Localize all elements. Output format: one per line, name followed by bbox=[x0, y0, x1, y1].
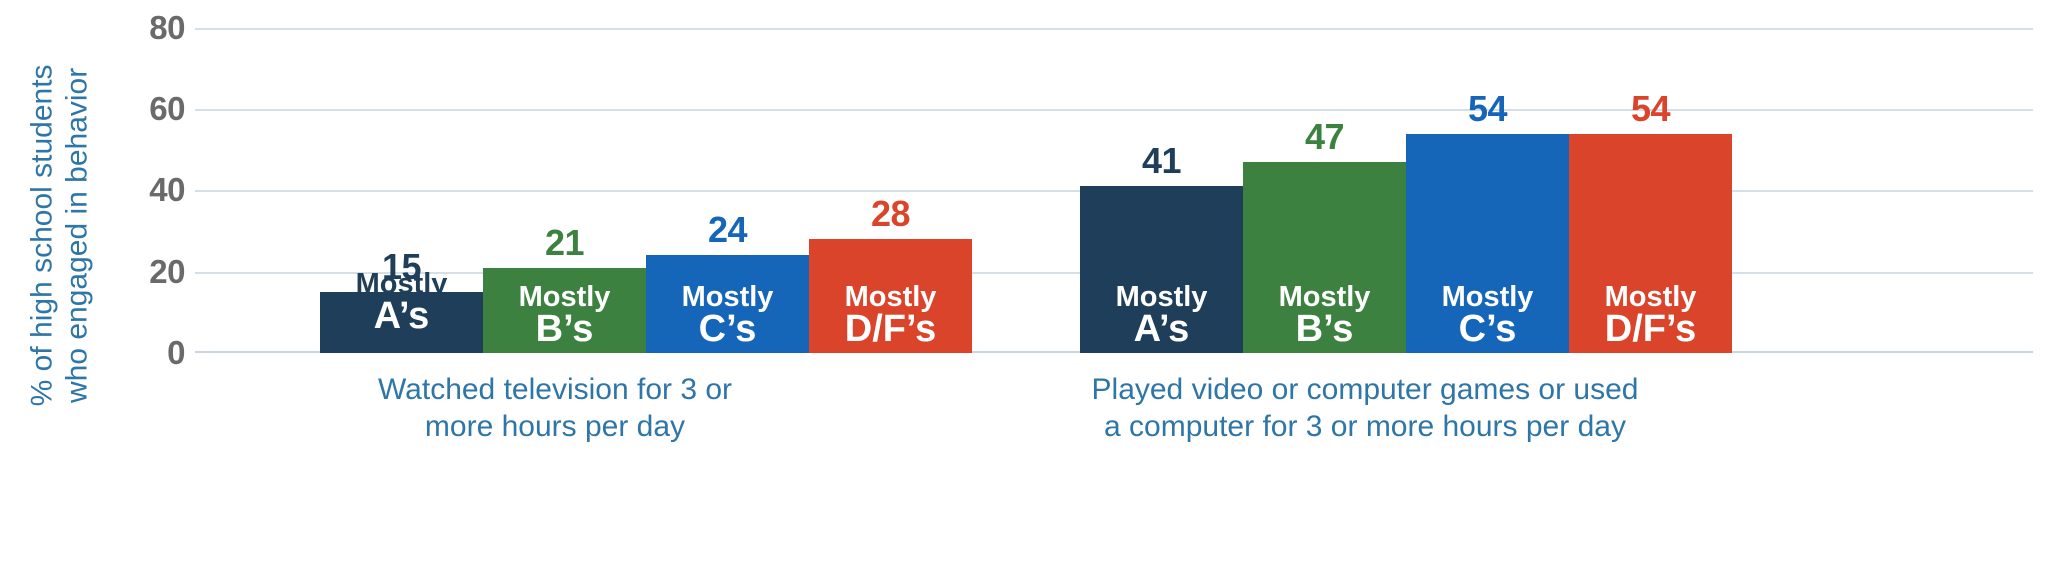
bar-series-label: Mostly A’s bbox=[1080, 280, 1243, 351]
y-tick-60: 60 bbox=[149, 90, 185, 127]
bar-group-played-video-games: 41 Mostly A’s 47 Mostly B’s 54 Mostly C’… bbox=[1080, 28, 1732, 353]
bar-series-label-line1: Mostly bbox=[1278, 280, 1371, 313]
x-axis-label-watched-television: Watched television for 3 or more hours p… bbox=[255, 372, 855, 445]
bar-wrap: 21 Mostly B’s bbox=[483, 28, 646, 353]
bar-value-label: 24 bbox=[707, 209, 748, 250]
bar-series-label: Mostly D/F’s bbox=[1569, 280, 1732, 351]
x-axis-label-line2: a computer for 3 or more hours per day bbox=[1104, 409, 1626, 443]
bar-group-watched-television: 15 Mostly A’s 21 Mostly B’s 24 Mostly C’… bbox=[320, 28, 972, 353]
bar-mostly-dfs[interactable]: 54 Mostly D/F’s bbox=[1569, 88, 1732, 353]
bar-series-label-line1: Mostly bbox=[1441, 280, 1534, 313]
bar-series-label-line2: C’s bbox=[1458, 308, 1517, 351]
bar-mostly-bs[interactable]: 47 Mostly B’s bbox=[1243, 116, 1406, 353]
bar-chart: % of high school students who engaged in… bbox=[0, 0, 2048, 581]
bar-series-label: Mostly B’s bbox=[1243, 280, 1406, 351]
bar-value-label: 15 bbox=[381, 246, 422, 287]
bar-series-label-line2: B’s bbox=[1295, 308, 1354, 351]
bar-value-label: 54 bbox=[1630, 88, 1671, 129]
bar-wrap: 41 Mostly A’s bbox=[1080, 28, 1243, 353]
bar-series-label: Mostly C’s bbox=[646, 280, 809, 351]
x-axis-label-line1: Watched television for 3 or bbox=[377, 373, 733, 406]
bar-wrap: 54 Mostly C’s bbox=[1406, 28, 1569, 353]
bar-mostly-dfs[interactable]: 28 Mostly D/F’s bbox=[809, 193, 972, 353]
y-axis-ticks: 80 60 40 20 0 bbox=[20, 9, 185, 371]
bar-wrap: 28 Mostly D/F’s bbox=[809, 28, 972, 353]
bar-series-label: Mostly B’s bbox=[483, 280, 646, 351]
y-tick-0: 0 bbox=[167, 334, 185, 371]
bar-series-label-line2: A’s bbox=[373, 295, 430, 338]
bar-value-label: 47 bbox=[1304, 116, 1345, 157]
bar-wrap: 47 Mostly B’s bbox=[1243, 28, 1406, 353]
bar-wrap: 54 Mostly D/F’s bbox=[1569, 28, 1732, 353]
x-axis-label-line1: Played video or computer games or used bbox=[1091, 373, 1639, 406]
bar-mostly-as[interactable]: 41 Mostly A’s bbox=[1080, 140, 1243, 353]
y-tick-20: 20 bbox=[149, 253, 185, 290]
y-tick-40: 40 bbox=[149, 171, 185, 208]
bar-series-label-line1: Mostly bbox=[518, 280, 611, 313]
bar-series-label-line2: D/F’s bbox=[844, 308, 937, 351]
bar-series-label-line2: B’s bbox=[535, 308, 594, 351]
bar-wrap: 15 Mostly A’s bbox=[320, 28, 483, 353]
bar-series-label-line2: C’s bbox=[698, 308, 757, 351]
bar-series-label-line1: Mostly bbox=[1604, 280, 1697, 313]
bar-series-label-line1: Mostly bbox=[681, 280, 774, 313]
bar-series-label-line1: Mostly bbox=[844, 280, 937, 313]
bar-series-label: Mostly C’s bbox=[1406, 280, 1569, 351]
bar-value-label: 28 bbox=[870, 193, 911, 234]
bar-mostly-cs[interactable]: 54 Mostly C’s bbox=[1406, 88, 1569, 353]
bar-value-label: 54 bbox=[1467, 88, 1508, 129]
bar-wrap: 24 Mostly C’s bbox=[646, 28, 809, 353]
bar-mostly-bs[interactable]: 21 Mostly B’s bbox=[483, 222, 646, 353]
bar-mostly-as[interactable]: 15 Mostly A’s bbox=[320, 246, 483, 353]
bar-series-label-line1: Mostly bbox=[1115, 280, 1208, 313]
bar-mostly-cs[interactable]: 24 Mostly C’s bbox=[646, 209, 809, 353]
bar-series-label-line2: D/F’s bbox=[1604, 308, 1697, 351]
bar-value-label: 21 bbox=[544, 222, 585, 263]
bar-series-label: Mostly D/F’s bbox=[809, 280, 972, 351]
bar-value-label: 41 bbox=[1141, 140, 1182, 181]
x-axis-label-played-video-games: Played video or computer games or used a… bbox=[1015, 372, 1715, 445]
plot-area: 15 Mostly A’s 21 Mostly B’s 24 Mostly C’… bbox=[195, 28, 2033, 353]
x-axis-label-line2: more hours per day bbox=[424, 409, 686, 443]
bar-series-label-line2: A’s bbox=[1133, 308, 1190, 351]
y-tick-80: 80 bbox=[149, 9, 185, 46]
